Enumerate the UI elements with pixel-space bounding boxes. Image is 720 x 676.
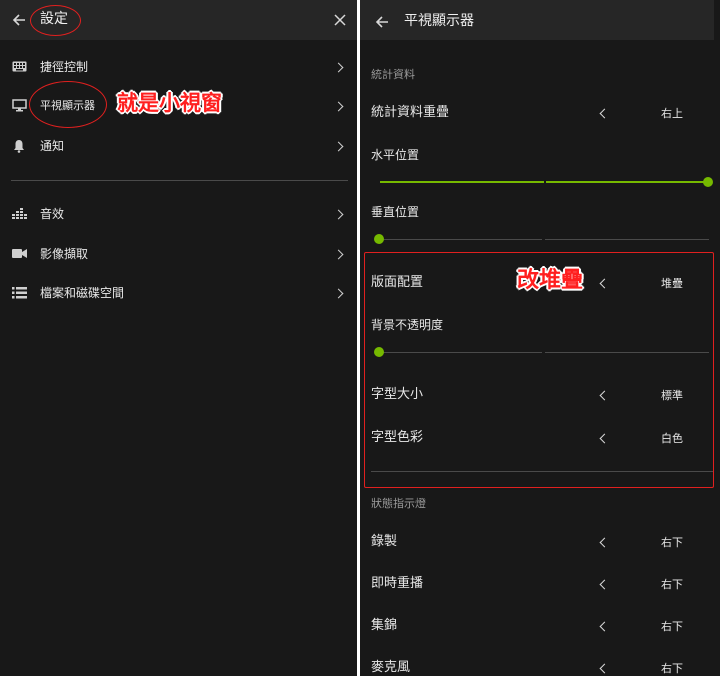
section-header-status-indicators: 狀態指示燈	[371, 497, 426, 510]
menu-item-files-storage[interactable]: 檔案和磁碟空間	[0, 278, 357, 308]
indicator-label: 集錦	[371, 618, 398, 633]
chevron-right-icon	[333, 249, 344, 260]
chevron-right-icon	[333, 209, 344, 220]
stats-overlay-value: 右上	[661, 107, 683, 120]
indicator-row-instant-replay: 即時重播 右下	[360, 569, 720, 599]
annotation-callout: 就是小視窗	[117, 91, 222, 115]
chevron-right-icon	[333, 141, 344, 152]
list-icon	[12, 287, 27, 299]
annotation-callout: 改堆疊	[517, 268, 584, 293]
keyboard-icon	[12, 61, 27, 72]
indicator-value: 右下	[661, 662, 683, 675]
horizontal-position-label: 水平位置	[371, 148, 420, 162]
menu-item-video-capture[interactable]: 影像擷取	[0, 239, 357, 269]
indicator-prev-button[interactable]	[599, 663, 610, 674]
indicator-value: 右下	[661, 536, 683, 549]
bell-icon	[14, 140, 24, 153]
slider-segment-gap	[544, 180, 546, 184]
indicator-row-recording: 錄製 右下	[360, 527, 720, 557]
indicator-row-microphone: 麥克風 右下	[360, 653, 720, 676]
menu-item-shortcuts[interactable]: 捷徑控制	[0, 52, 357, 82]
menu-divider	[11, 180, 348, 181]
menu-item-label: 影像擷取	[40, 247, 89, 261]
indicator-prev-button[interactable]	[599, 579, 610, 590]
menu-item-audio[interactable]: 音效	[0, 199, 357, 229]
section-header-statistics: 統計資料	[371, 68, 415, 81]
back-arrow-icon[interactable]	[12, 13, 26, 27]
indicator-label: 麥克風	[371, 660, 411, 675]
horizontal-position-slider[interactable]	[380, 176, 713, 188]
monitor-icon	[12, 99, 27, 112]
menu-item-label: 捷徑控制	[40, 60, 89, 74]
indicator-value: 右下	[661, 578, 683, 591]
title-highlight-circle	[30, 5, 81, 36]
indicator-label: 即時重播	[371, 576, 424, 591]
indicator-row-highlights: 集錦 右下	[360, 611, 720, 641]
menu-item-label: 音效	[40, 207, 65, 221]
chevron-right-icon	[333, 288, 344, 299]
indicator-label: 錄製	[371, 534, 398, 549]
vertical-position-slider[interactable]	[374, 233, 710, 245]
hud-title: 平視顯示器	[404, 13, 474, 29]
indicator-prev-button[interactable]	[599, 621, 610, 632]
menu-item-notifications[interactable]: 通知	[0, 131, 357, 161]
equalizer-icon	[12, 208, 27, 219]
stats-overlay-row: 統計資料重疊 右上	[360, 98, 720, 128]
stats-overlay-label: 統計資料重疊	[371, 105, 450, 120]
menu-item-label: 檔案和磁碟空間	[40, 286, 125, 300]
menu-item-label: 通知	[40, 139, 65, 153]
back-arrow-icon[interactable]	[375, 15, 389, 29]
chevron-right-icon	[333, 101, 344, 112]
video-camera-icon	[12, 249, 27, 258]
settings-panel: 設定 捷徑控制 平視顯示器 就是小視窗 通知 音效 影像擷取 檔案和磁碟空間	[0, 0, 357, 676]
close-icon[interactable]	[334, 14, 346, 26]
horizontal-slider-knob[interactable]	[703, 177, 713, 187]
stats-overlay-prev-button[interactable]	[599, 108, 610, 119]
indicator-prev-button[interactable]	[599, 537, 610, 548]
vertical-slider-knob[interactable]	[374, 234, 384, 244]
chevron-right-icon	[333, 62, 344, 73]
vertical-position-label: 垂直位置	[371, 205, 420, 219]
hud-highlight-circle	[29, 81, 107, 128]
scrollbar-track[interactable]	[714, 0, 720, 676]
hud-settings-panel: 平視顯示器 統計資料 統計資料重疊 右上 水平位置 垂直位置 版面配置 堆疊 背…	[360, 0, 720, 676]
indicator-value: 右下	[661, 620, 683, 633]
